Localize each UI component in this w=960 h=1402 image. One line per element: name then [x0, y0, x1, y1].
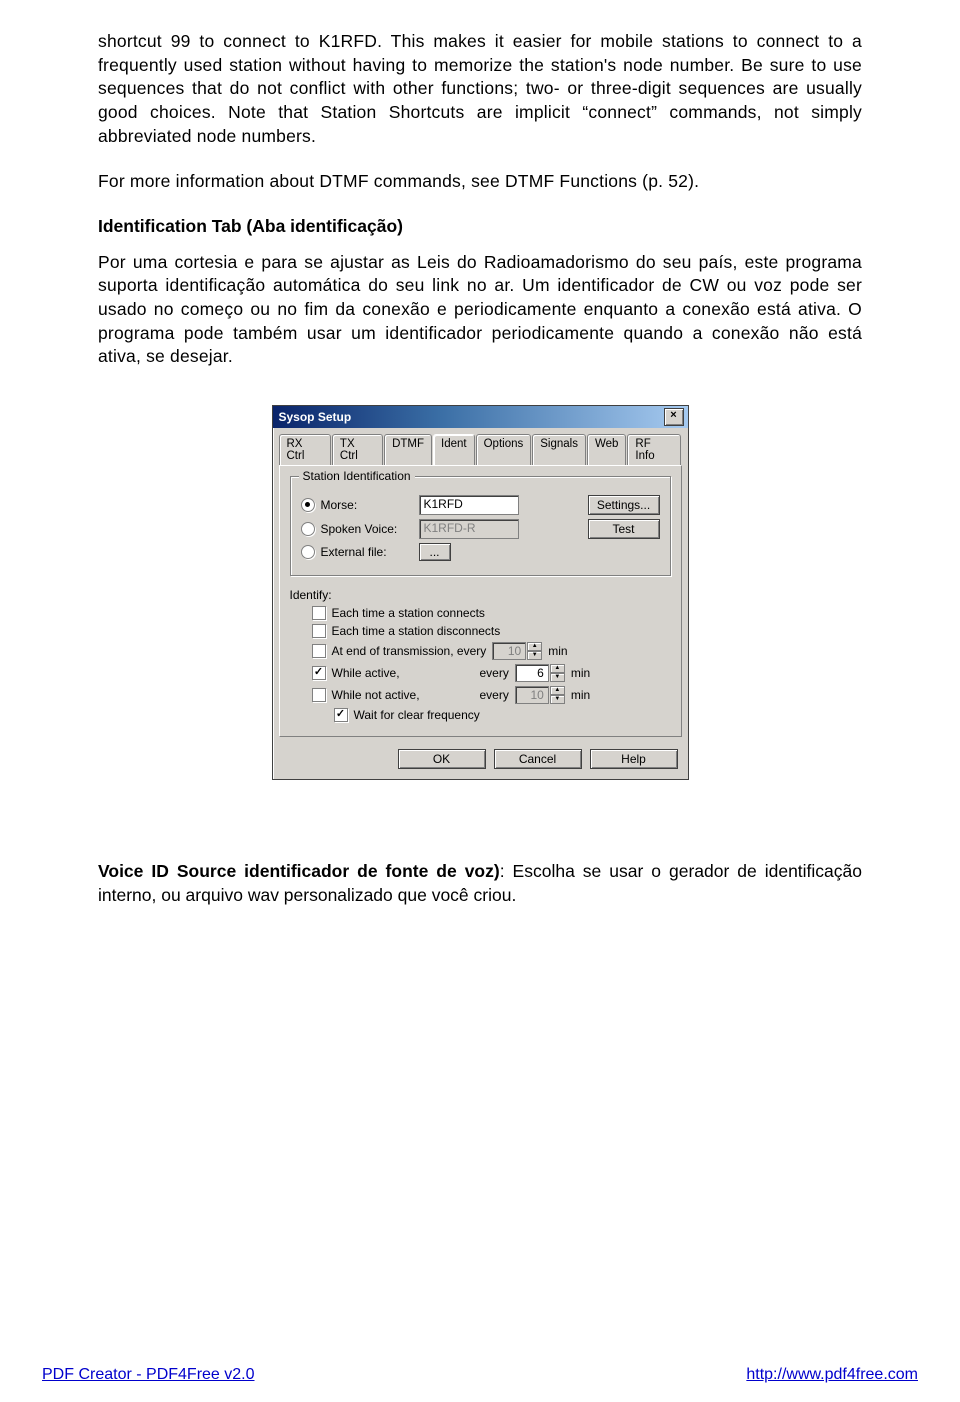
label-each-disconnect: Each time a station disconnects	[332, 624, 501, 638]
spinner-end-tx-value: 10	[492, 642, 526, 660]
label-while-active: While active,	[332, 666, 474, 680]
label-min-2: min	[571, 666, 590, 680]
chevron-up-icon[interactable]: ▲	[550, 686, 565, 695]
radio-morse[interactable]	[301, 498, 315, 512]
tab-rf-info[interactable]: RF Info	[627, 434, 680, 465]
radio-external-file[interactable]	[301, 545, 315, 559]
dialog-title: Sysop Setup	[279, 410, 352, 424]
chevron-down-icon[interactable]: ▼	[550, 673, 565, 682]
group-title: Station Identification	[299, 469, 415, 483]
tab-web[interactable]: Web	[587, 434, 626, 465]
tab-options[interactable]: Options	[476, 434, 532, 465]
footer-link-right[interactable]: http://www.pdf4free.com	[746, 1366, 918, 1384]
group-station-identification: Station Identification Morse: K1RFD Sett…	[290, 476, 671, 576]
close-icon: ×	[670, 409, 676, 421]
check-each-connect[interactable]	[312, 606, 326, 620]
label-min-3: min	[571, 688, 590, 702]
label-every-1: every	[480, 666, 509, 680]
cancel-button[interactable]: Cancel	[494, 749, 582, 769]
spinner-end-tx-min[interactable]: 10 ▲ ▼	[492, 642, 542, 660]
label-each-connect: Each time a station connects	[332, 606, 485, 620]
test-button[interactable]: Test	[588, 519, 660, 539]
chevron-up-icon[interactable]: ▲	[550, 664, 565, 673]
radio-spoken-voice[interactable]	[301, 522, 315, 536]
label-external-file: External file:	[321, 545, 413, 559]
input-morse-callsign[interactable]: K1RFD	[419, 495, 519, 515]
close-button[interactable]: ×	[664, 408, 684, 426]
dialog-button-row: OK Cancel Help	[273, 743, 688, 779]
label-morse: Morse:	[321, 498, 413, 512]
tab-tx-ctrl[interactable]: TX Ctrl	[332, 434, 383, 465]
dialog-container: Sysop Setup × RX Ctrl TX Ctrl DTMF Ident…	[98, 405, 862, 780]
label-identify: Identify:	[290, 588, 332, 602]
browse-external-file-button[interactable]: ...	[419, 543, 451, 561]
tab-strip: RX Ctrl TX Ctrl DTMF Ident Options Signa…	[273, 428, 688, 465]
check-wait-clear-frequency[interactable]	[334, 708, 348, 722]
sysop-setup-dialog: Sysop Setup × RX Ctrl TX Ctrl DTMF Ident…	[272, 405, 689, 780]
check-while-active[interactable]	[312, 666, 326, 680]
label-while-not-active: While not active,	[332, 688, 474, 702]
spinner-notactive-min[interactable]: 10 ▲ ▼	[515, 686, 565, 704]
tab-signals[interactable]: Signals	[532, 434, 586, 465]
check-while-not-active[interactable]	[312, 688, 326, 702]
label-min-1: min	[548, 644, 567, 658]
ok-button[interactable]: OK	[398, 749, 486, 769]
voice-id-paragraph: Voice ID Source identificador de fonte d…	[98, 860, 862, 907]
help-button[interactable]: Help	[590, 749, 678, 769]
spinner-active-value[interactable]: 6	[515, 664, 549, 682]
section-heading-ident-tab: Identification Tab (Aba identificação)	[98, 216, 862, 237]
body-paragraph-2: For more information about DTMF commands…	[98, 170, 862, 194]
chevron-down-icon[interactable]: ▼	[527, 651, 542, 660]
tab-panel-ident: Station Identification Morse: K1RFD Sett…	[279, 465, 682, 737]
tab-ident[interactable]: Ident	[433, 434, 475, 465]
spinner-notactive-value: 10	[515, 686, 549, 704]
check-end-of-transmission[interactable]	[312, 644, 326, 658]
label-spoken-voice: Spoken Voice:	[321, 522, 413, 536]
page-footer: PDF Creator - PDF4Free v2.0 http://www.p…	[42, 1366, 918, 1384]
settings-button[interactable]: Settings...	[588, 495, 660, 515]
chevron-down-icon[interactable]: ▼	[550, 695, 565, 704]
tab-dtmf[interactable]: DTMF	[384, 434, 432, 465]
body-paragraph-3: Por uma cortesia e para se ajustar as Le…	[98, 251, 862, 369]
label-wait-clear-frequency: Wait for clear frequency	[354, 708, 480, 722]
body-paragraph-1: shortcut 99 to connect to K1RFD. This ma…	[98, 30, 862, 148]
spinner-active-min[interactable]: 6 ▲ ▼	[515, 664, 565, 682]
voice-id-heading: Voice ID Source identificador de fonte d…	[98, 861, 500, 881]
dialog-titlebar: Sysop Setup ×	[273, 406, 688, 428]
label-every-2: every	[480, 688, 509, 702]
label-end-of-transmission: At end of transmission, every	[332, 644, 487, 658]
input-voice-callsign: K1RFD-R	[419, 519, 519, 539]
chevron-up-icon[interactable]: ▲	[527, 642, 542, 651]
check-each-disconnect[interactable]	[312, 624, 326, 638]
footer-link-left[interactable]: PDF Creator - PDF4Free v2.0	[42, 1366, 255, 1384]
tab-rx-ctrl[interactable]: RX Ctrl	[279, 434, 331, 465]
